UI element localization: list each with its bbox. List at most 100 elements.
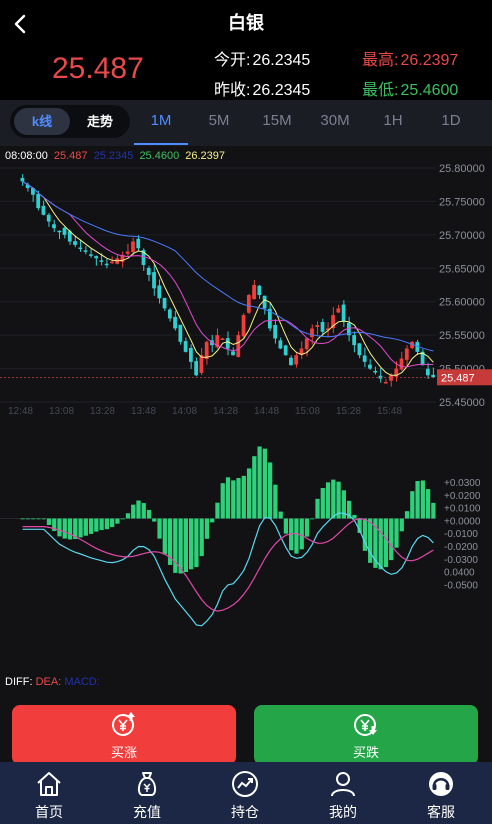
candle-body <box>341 304 346 322</box>
candle-body <box>231 351 235 356</box>
candle-body <box>57 230 62 233</box>
user-icon <box>331 772 355 797</box>
candle-body <box>373 370 378 373</box>
candle-body <box>99 260 104 262</box>
macd-diff-label: DIFF: <box>5 676 33 688</box>
tab-period-1m[interactable]: 1M <box>136 112 186 129</box>
macd-bar <box>204 518 210 539</box>
price-x-tick: 15:28 <box>336 406 361 417</box>
macd-bar <box>152 518 157 522</box>
macd-y-tick: 0.0400 <box>444 568 475 579</box>
stat-low: 最低: 25.4600 <box>362 76 458 100</box>
info-price: 25.487 <box>53 150 88 162</box>
tab-period-1d[interactable]: 1D <box>426 112 476 129</box>
candle-body <box>183 341 188 352</box>
macd-y-tick: -0.0200 <box>444 542 478 553</box>
info-ma-b: 25.4600 <box>139 150 180 162</box>
candle-body <box>304 338 309 350</box>
candle-body <box>294 355 299 365</box>
candle-body <box>310 328 314 338</box>
macd-bar <box>225 477 231 519</box>
macd-bar <box>394 518 399 548</box>
stat-prev-close-value: 26.2345 <box>252 82 311 99</box>
macd-bar <box>31 518 36 520</box>
candle-body <box>88 254 93 256</box>
macd-bar <box>252 456 257 519</box>
macd-bar <box>41 518 46 520</box>
candle-body <box>425 368 430 376</box>
nav-item-positions[interactable]: 持仓 <box>196 762 294 824</box>
macd-bar <box>267 462 273 519</box>
nav-item-recharge[interactable]: 充值 <box>98 762 196 824</box>
price-y-tick: 25.60000 <box>439 297 485 309</box>
macd-bar <box>189 518 194 570</box>
candle-body <box>431 374 435 378</box>
macd-y-tick: -0.0100 <box>444 529 478 540</box>
macd-bar <box>378 518 383 570</box>
candle-body <box>131 241 135 253</box>
tab-period-30m[interactable]: 30M <box>310 112 360 129</box>
nav-item-mine[interactable]: 我的 <box>294 762 392 824</box>
macd-macd-label: MACD: <box>64 676 100 688</box>
macd-bar <box>283 518 289 534</box>
price-x-tick: 13:08 <box>49 406 74 417</box>
chart-type-toggle: k线 走势 <box>10 105 130 138</box>
macd-bar <box>120 518 125 520</box>
macd-bar <box>310 518 315 520</box>
trade-actions: 买涨 买跌 <box>0 700 492 765</box>
tab-period-15m[interactable]: 15M <box>252 112 302 129</box>
tab-period-1h[interactable]: 1H <box>368 112 418 129</box>
macd-y-tick: -0.0300 <box>444 555 478 566</box>
stat-low-label: 最低: <box>362 82 399 99</box>
tab-kline[interactable]: k线 <box>14 108 70 135</box>
macd-bar <box>325 482 331 519</box>
info-ma-a: 25.2345 <box>93 150 134 162</box>
macd-bar <box>278 511 283 519</box>
candle-body <box>46 214 51 222</box>
candle-body <box>336 308 341 313</box>
macd-bar <box>383 518 389 568</box>
macd-bar <box>210 518 215 523</box>
price-x-tick: 14:28 <box>213 406 238 417</box>
info-time: 08:08:00 <box>5 150 48 162</box>
macd-legend: DIFF: DEA: MACD: <box>5 676 100 688</box>
candle-body <box>225 338 230 349</box>
nav-item-home[interactable]: 首页 <box>0 762 98 824</box>
period-tabs: k线 走势 1M 5M 15M 30M 1H 1D <box>0 100 492 146</box>
macd-bar <box>315 498 320 519</box>
candle-body <box>41 205 46 215</box>
page-title: 白银 <box>228 13 264 33</box>
macd-bar <box>231 480 236 519</box>
macd-bar <box>25 518 31 520</box>
nav-label-recharge: 充值 <box>133 804 161 820</box>
buy-down-label: 买跌 <box>352 745 379 760</box>
yen-down-icon <box>354 714 377 736</box>
chart-area[interactable]: 25.80000 25.75000 25.70000 25.65000 25.60000… <box>0 146 492 700</box>
nav-item-service[interactable]: 客服 <box>392 762 490 824</box>
macd-bar <box>246 468 252 519</box>
candle-body <box>199 355 204 373</box>
candle-body <box>152 272 156 289</box>
macd-bar <box>199 518 204 557</box>
macd-bar <box>136 500 141 519</box>
macd-bar <box>88 518 94 534</box>
tab-period-5m[interactable]: 5M <box>194 112 244 129</box>
chart-info-bar: 08:08:00 25.487 25.2345 25.4600 26.2397 <box>5 150 228 162</box>
macd-bar <box>352 514 357 519</box>
macd-y-tick: +0.0200 <box>444 491 481 502</box>
price-y-tick: 25.45000 <box>439 397 485 409</box>
yen-up-icon <box>112 712 135 736</box>
macd-bar <box>299 518 304 550</box>
macd-bar <box>262 448 267 519</box>
candle-body <box>194 361 199 376</box>
candle-body <box>73 241 77 245</box>
buy-up-button[interactable]: 买涨 <box>12 705 236 765</box>
current-price-tag: 25.487 <box>441 372 475 384</box>
candle-body <box>236 335 241 357</box>
tab-trend[interactable]: 走势 <box>74 108 126 135</box>
buy-up-label: 买涨 <box>110 745 137 760</box>
buy-down-button[interactable]: 买跌 <box>254 705 478 765</box>
candle-body <box>78 247 83 250</box>
macd-bar <box>410 491 415 519</box>
stat-high-value: 26.2397 <box>400 52 459 69</box>
